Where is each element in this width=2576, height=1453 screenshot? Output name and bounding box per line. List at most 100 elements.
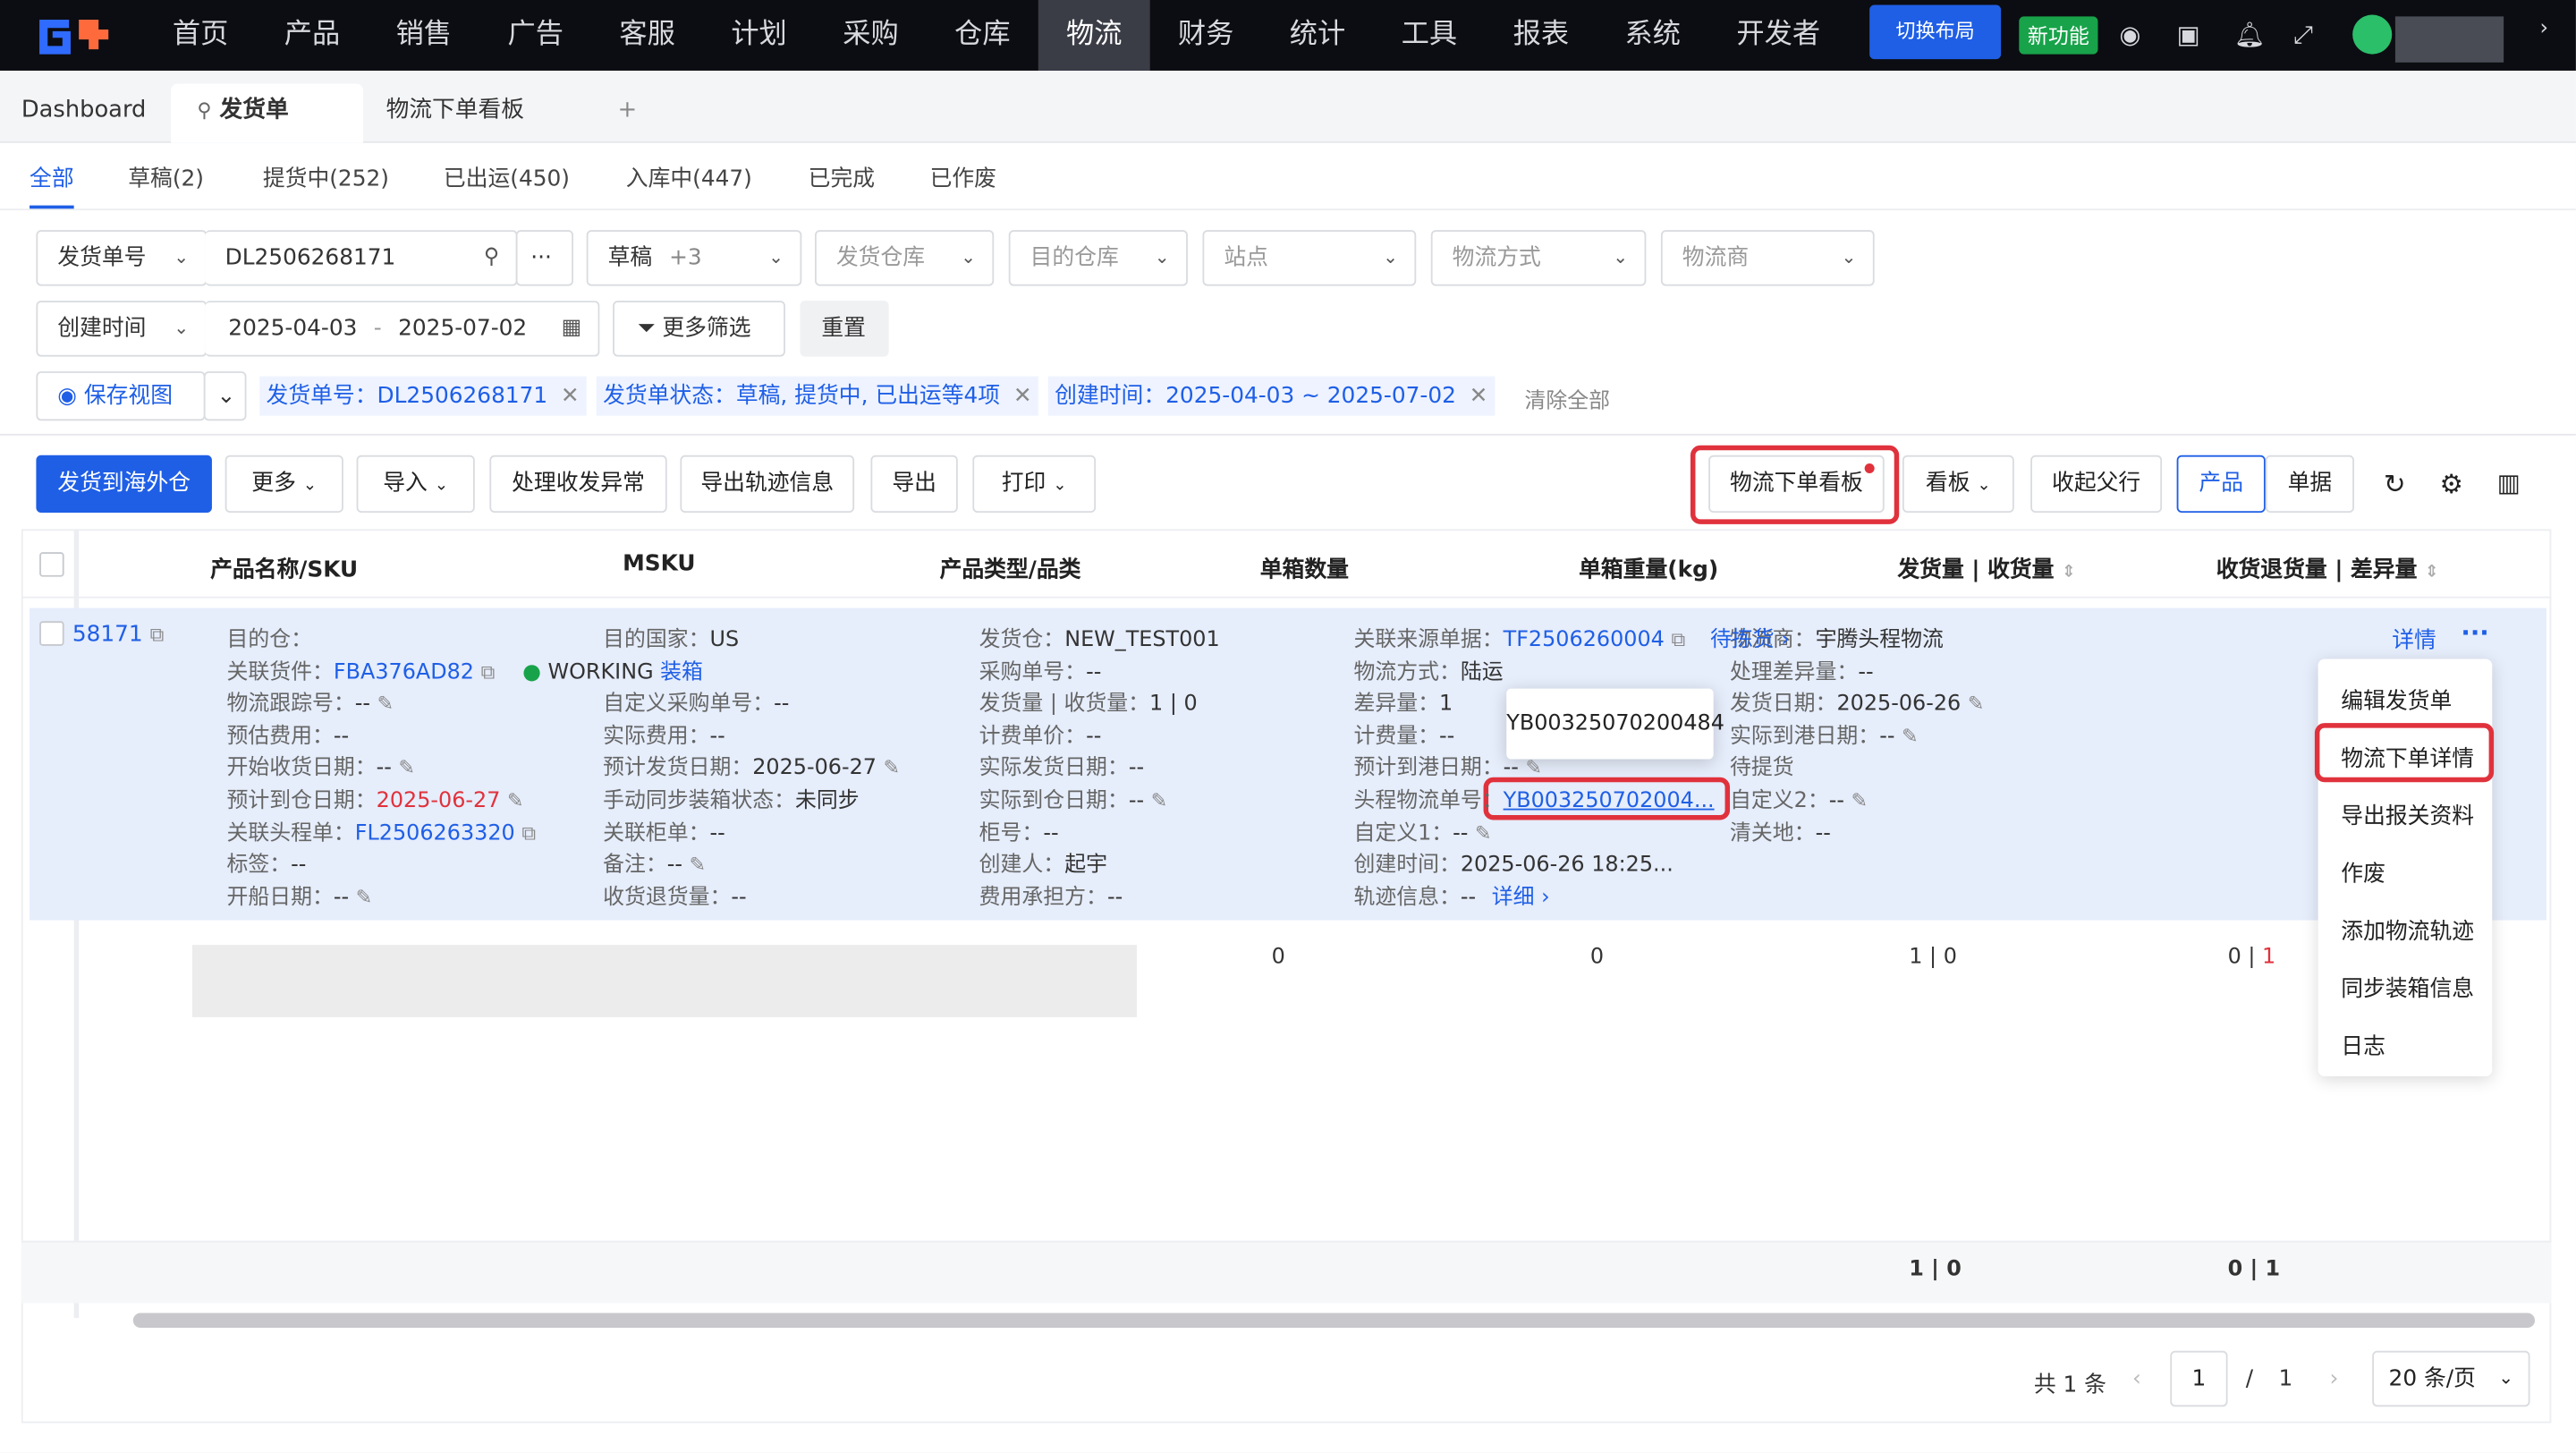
more-filters-button[interactable]: ⏷ 更多筛选 bbox=[613, 301, 785, 357]
copy-icon[interactable]: ⧉ bbox=[150, 623, 165, 646]
status-select[interactable]: 草稿 +3 ⌄ bbox=[586, 230, 802, 286]
row-more-button[interactable]: ··· bbox=[2461, 618, 2488, 648]
edit-icon[interactable]: ✎ bbox=[507, 789, 523, 812]
row-checkbox[interactable] bbox=[39, 621, 64, 646]
avatar[interactable] bbox=[2352, 14, 2393, 55]
collapse-parent-button[interactable]: 收起父行 bbox=[2030, 455, 2163, 514]
dest-warehouse-select[interactable]: 目的仓库 ⌄ bbox=[1008, 230, 1188, 286]
import-button[interactable]: 导入 ⌄ bbox=[356, 455, 475, 514]
edit-icon[interactable]: ✎ bbox=[1902, 725, 1918, 748]
carrier-select[interactable]: 物流商 ⌄ bbox=[1660, 230, 1875, 286]
view-dropdown[interactable]: ⌄ bbox=[203, 371, 247, 421]
clear-all-link[interactable]: 清除全部 bbox=[1524, 383, 1610, 414]
logo[interactable] bbox=[0, 0, 145, 71]
field-value[interactable]: FL2506263320 bbox=[355, 821, 515, 846]
save-view-button[interactable]: ◉ 保存视图 bbox=[36, 371, 206, 421]
status-tab-draft[interactable]: 草稿(2) bbox=[128, 159, 204, 192]
more-button[interactable]: 更多 ⌄ bbox=[225, 455, 343, 514]
copy-icon[interactable]: ⧉ bbox=[521, 821, 536, 845]
chevron-right-icon[interactable]: › bbox=[2540, 16, 2549, 41]
page-input[interactable]: 1 bbox=[2170, 1350, 2228, 1407]
bell-icon[interactable]: 🔔︎ bbox=[2234, 20, 2266, 49]
status-tab-completed[interactable]: 已完成 bbox=[809, 159, 875, 192]
search-field-select[interactable]: 发货单号 ⌄ bbox=[36, 230, 208, 286]
status-tab-voided[interactable]: 已作废 bbox=[930, 159, 996, 192]
close-icon[interactable]: ✕ bbox=[561, 383, 580, 409]
edit-icon[interactable]: ✎ bbox=[690, 854, 706, 877]
search-input[interactable]: DL2506268171 ⚲ bbox=[205, 230, 518, 286]
gear-icon[interactable]: ⚙ bbox=[2439, 468, 2462, 499]
field-value[interactable]: TF2506260004 bbox=[1504, 628, 1665, 653]
edit-icon[interactable]: ✎ bbox=[1475, 821, 1491, 845]
horizontal-scrollbar[interactable] bbox=[132, 1313, 2536, 1329]
filter-chip-order[interactable]: 发货单号：DL2506268171 ✕ bbox=[259, 376, 587, 416]
logistics-method-select[interactable]: 物流方式 ⌄ bbox=[1430, 230, 1647, 286]
switch-layout-button[interactable]: 切换布局 bbox=[1869, 4, 2002, 60]
col-ship-recv[interactable]: 发货量 | 收货量 ⇕ bbox=[1897, 550, 2075, 583]
kanban-button[interactable]: 看板 ⌄ bbox=[1902, 455, 2014, 514]
calendar-icon[interactable]: ▣ bbox=[2177, 20, 2200, 49]
nav-item[interactable]: 计划 bbox=[703, 0, 815, 71]
detail-link[interactable]: 详情 bbox=[2392, 621, 2436, 654]
edit-icon[interactable]: ✎ bbox=[1151, 789, 1167, 812]
select-all-checkbox[interactable] bbox=[39, 552, 64, 577]
nav-item[interactable]: 开发者 bbox=[1708, 0, 1848, 71]
menu-log[interactable]: 日志 bbox=[2341, 1027, 2385, 1059]
help-icon[interactable]: ◉ bbox=[2119, 20, 2140, 49]
edit-icon[interactable]: ✎ bbox=[1852, 789, 1868, 812]
nav-item[interactable]: 采购 bbox=[815, 0, 927, 71]
menu-add-track[interactable]: 添加物流轨迹 bbox=[2341, 912, 2474, 945]
nav-item[interactable]: 销售 bbox=[368, 0, 479, 71]
filter-chip-status[interactable]: 发货单状态：草稿, 提货中, 已出运等4项 ✕ bbox=[596, 376, 1038, 416]
field-value[interactable]: YB003250702004... bbox=[1504, 789, 1715, 814]
date-range-input[interactable]: 2025-04-03-2025-07-02 ▦ bbox=[205, 301, 600, 357]
field-value[interactable]: FBA376AD82 bbox=[334, 660, 474, 685]
nav-item[interactable]: 财务 bbox=[1150, 0, 1262, 71]
status-tab-picking[interactable]: 提货中(252) bbox=[263, 159, 389, 192]
fullscreen-icon[interactable]: ⤢ bbox=[2293, 20, 2313, 49]
add-tab-button[interactable]: + bbox=[618, 84, 638, 143]
menu-edit-order[interactable]: 编辑发货单 bbox=[2341, 682, 2452, 715]
columns-icon[interactable]: ▥ bbox=[2497, 468, 2521, 497]
tab-logistics-board[interactable]: 物流下单看板 bbox=[386, 84, 524, 143]
edit-icon[interactable]: ✎ bbox=[377, 693, 394, 716]
nav-item[interactable]: 工具 bbox=[1373, 0, 1485, 71]
close-icon[interactable]: ✕ bbox=[1470, 383, 1488, 409]
search-icon[interactable]: ⚲ bbox=[484, 232, 500, 285]
tab-dashboard[interactable]: Dashboard bbox=[21, 84, 147, 143]
menu-void[interactable]: 作废 bbox=[2341, 854, 2385, 887]
more-options-button[interactable]: ··· bbox=[515, 230, 574, 286]
sort-icon[interactable]: ⇕ bbox=[2425, 564, 2438, 582]
edit-icon[interactable]: ✎ bbox=[1968, 693, 1984, 716]
order-id-link[interactable]: 58171 ⧉ bbox=[72, 621, 165, 647]
prev-page-icon[interactable]: ‹ bbox=[2132, 1365, 2141, 1391]
nav-item[interactable]: 系统 bbox=[1597, 0, 1708, 71]
print-button[interactable]: 打印 ⌄ bbox=[972, 455, 1097, 514]
tab-shipping-order[interactable]: ⚲ 发货单 bbox=[171, 83, 363, 143]
document-view-toggle[interactable]: 单据 bbox=[2265, 455, 2354, 514]
close-icon[interactable]: ✕ bbox=[1013, 383, 1032, 409]
nav-item[interactable]: 广告 bbox=[479, 0, 591, 71]
product-view-toggle[interactable]: 产品 bbox=[2176, 455, 2266, 514]
status-tab-all[interactable]: 全部 bbox=[30, 159, 74, 209]
nav-item[interactable]: 首页 bbox=[145, 0, 257, 71]
packing-link[interactable]: 装箱 bbox=[660, 660, 703, 685]
export-button[interactable]: 导出 bbox=[870, 455, 958, 514]
nav-item[interactable]: 报表 bbox=[1485, 0, 1597, 71]
edit-icon[interactable]: ✎ bbox=[1525, 757, 1541, 780]
menu-export-customs[interactable]: 导出报关资料 bbox=[2341, 797, 2474, 829]
next-page-icon[interactable]: › bbox=[2329, 1365, 2338, 1391]
col-return-diff[interactable]: 收货退货量 | 差异量 ⇕ bbox=[2216, 550, 2439, 583]
edit-icon[interactable]: ✎ bbox=[884, 757, 900, 780]
warehouse-select[interactable]: 发货仓库 ⌄ bbox=[815, 230, 995, 286]
edit-icon[interactable]: ✎ bbox=[398, 757, 414, 780]
new-feature-button[interactable]: 新功能 bbox=[2019, 16, 2098, 55]
refresh-icon[interactable]: ↻ bbox=[2384, 468, 2406, 499]
reset-button[interactable]: 重置 bbox=[800, 301, 889, 357]
menu-sync-packing[interactable]: 同步装箱信息 bbox=[2341, 970, 2474, 1002]
pick-status-link[interactable]: 待拣货 › bbox=[1710, 621, 1790, 653]
copy-icon[interactable]: ⧉ bbox=[481, 660, 496, 684]
track-detail-link[interactable]: 详细 › bbox=[1492, 879, 1550, 911]
site-select[interactable]: 站点 ⌄ bbox=[1202, 230, 1417, 286]
export-track-button[interactable]: 导出轨迹信息 bbox=[680, 455, 855, 514]
